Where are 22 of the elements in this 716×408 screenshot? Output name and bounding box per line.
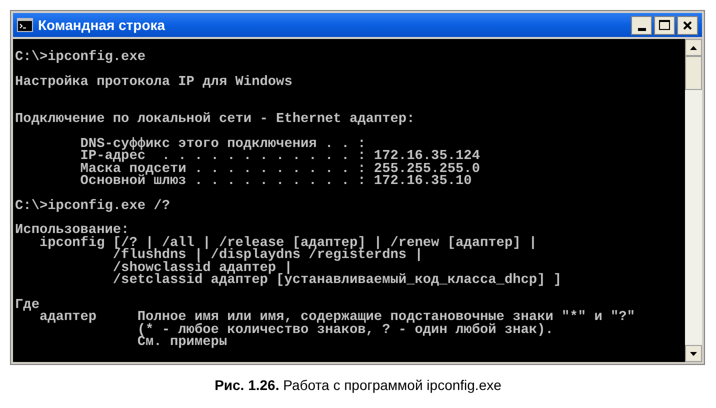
window-title: Командная строка [38, 16, 166, 35]
close-icon [683, 20, 692, 30]
console-line: Основной шлюз . . . . . . . . . . : 172.16.35.10 [79, 174, 472, 189]
scroll-thumb[interactable] [685, 56, 702, 90]
console-line: Подключение по локальной сети - Ethernet адаптер: [15, 112, 415, 127]
figure-caption: Рис. 1.26. Работа с программой ipconfig.exe [214, 376, 502, 395]
minimize-button[interactable] [631, 16, 652, 34]
console-line: Где [15, 298, 40, 313]
console-icon [17, 18, 33, 32]
maximize-button[interactable] [654, 16, 675, 34]
scroll-up-button[interactable] [685, 39, 702, 56]
minimize-icon [638, 28, 646, 30]
close-button[interactable] [677, 16, 698, 34]
up-arrow-icon [690, 46, 697, 50]
down-arrow-icon [690, 352, 697, 356]
scrollbar[interactable] [685, 39, 702, 362]
maximize-icon [659, 20, 670, 30]
scroll-down-button[interactable] [685, 345, 702, 362]
console-line: Настройка протокола IP для Windows [15, 74, 292, 90]
console-line: См. примеры [136, 334, 228, 350]
console-line: C:\>ipconfig.exe [15, 50, 146, 65]
console-line: C:\>ipconfig.exe /? [15, 198, 170, 214]
